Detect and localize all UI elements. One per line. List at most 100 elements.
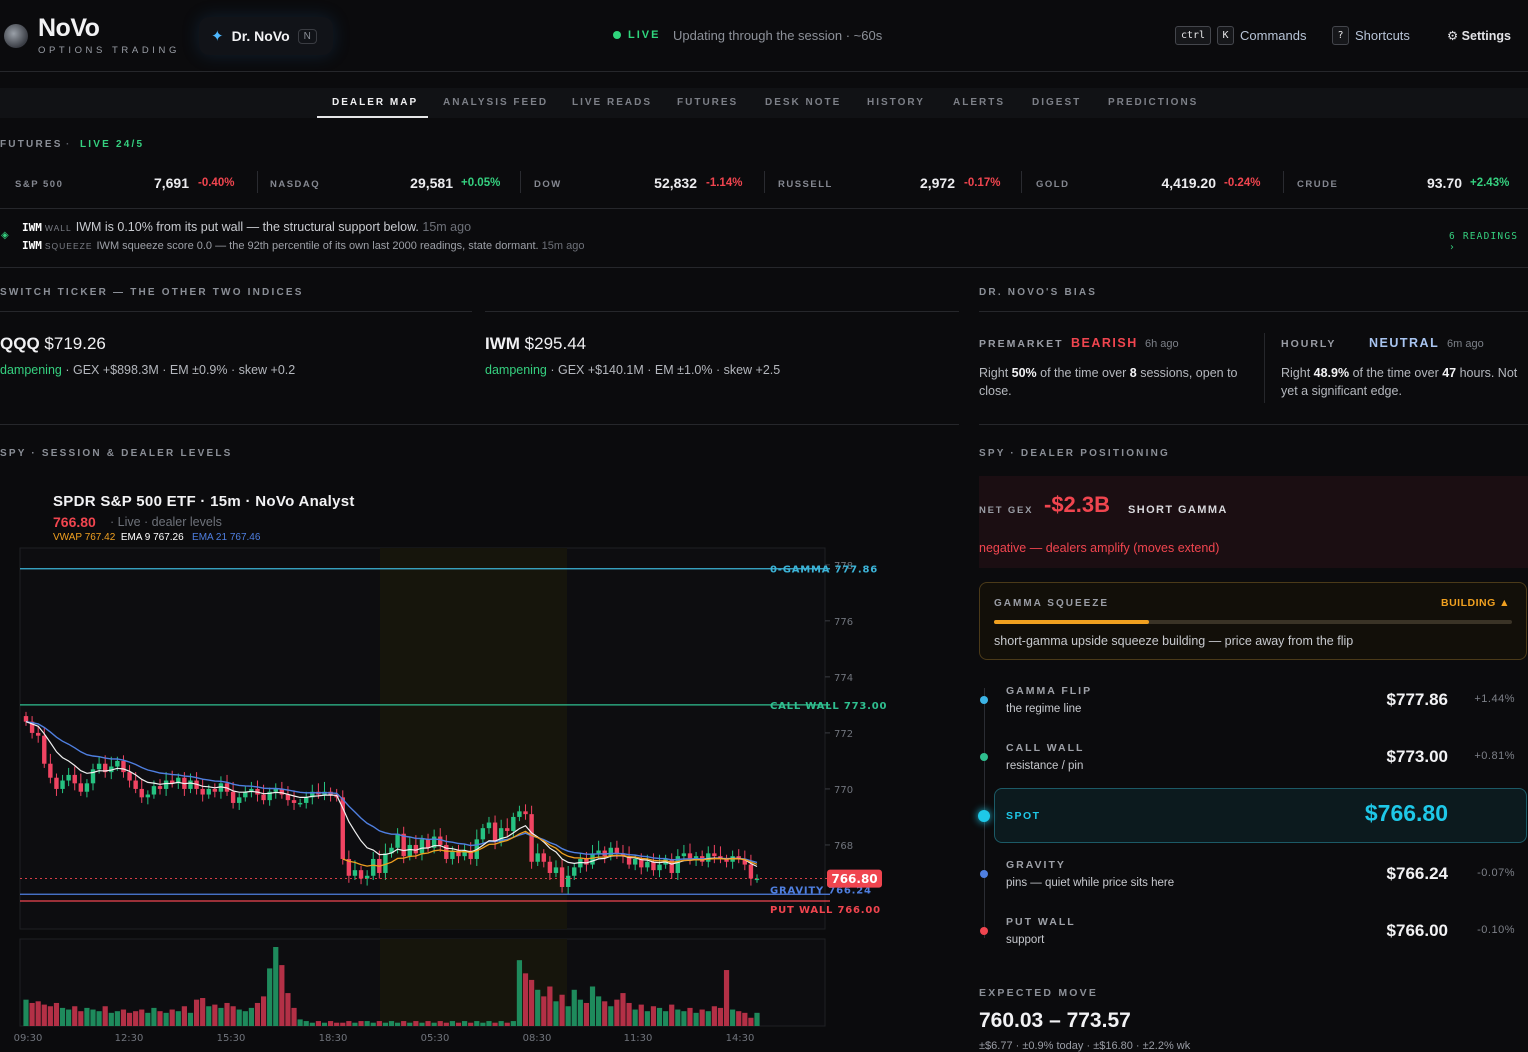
volume-bar [96,1011,102,1026]
candle-body [96,763,102,770]
gamma-flip-desc: the regime line [1006,703,1082,715]
gravity-label: GRAVITY [1006,859,1066,871]
alert-ticker: IWM [22,221,42,234]
candle-body [352,870,358,876]
volume-bar [547,986,553,1026]
price-chart[interactable]: 7787767747727707680-GAMMA 777.86CALL WAL… [0,545,900,1052]
put-wall-dot-icon [980,927,988,935]
premarket-state: BEARISH [1071,336,1138,350]
tab-desk-note[interactable]: DESK NOTE [765,97,841,108]
volume-bar [711,1006,717,1026]
premarket-text: Right 50% of the time over 8 sessions, o… [979,366,1238,398]
volume-bar [47,1006,53,1026]
chart-price-subtitle: · Live · dealer levels [110,515,222,529]
assistant-button[interactable]: ✦ Dr. NoVo N [199,17,333,55]
candle-body [657,864,662,871]
futures-status: LIVE 24/5 [80,139,145,150]
volume-bar [72,1006,78,1026]
call-wall-desc: resistance / pin [1006,760,1084,772]
volume-bar [504,1022,510,1026]
volume-bar [59,1007,66,1026]
tab-live-reads[interactable]: LIVE READS [572,97,652,108]
shortcuts-link[interactable]: Shortcuts [1355,28,1410,43]
volume-bar [571,989,577,1026]
x-tick-label: 11:30 [624,1033,653,1044]
ticker-state: dampening [485,363,547,377]
tab-digest[interactable]: DIGEST [1032,97,1081,108]
volume-bar [638,1004,644,1026]
ticker-card-qqq[interactable]: QQQ $719.26 [0,334,106,354]
candle-body [35,732,41,736]
candle-body [206,788,211,795]
volume-bar [352,1022,358,1026]
volume-bar [279,965,285,1026]
candle-body [535,853,540,862]
settings-button[interactable]: ⚙ Settings [1447,28,1511,43]
spot-dot-icon [978,810,990,822]
volume-bar [437,1021,443,1026]
futures-name: GOLD [1036,179,1070,190]
gravity-dot-icon [980,870,988,878]
candle-body [133,780,138,789]
net-gex-value: -$2.3B [1044,492,1111,517]
volume-bar [78,1011,84,1026]
readings-link[interactable]: 6 READINGS › [1449,231,1528,253]
ticker-card-iwm[interactable]: IWM $295.44 [485,334,586,354]
volume-bar [285,993,291,1026]
tab-dealer-map[interactable]: DEALER MAP [332,97,418,108]
candle-body [645,861,650,868]
live-indicator-icon [613,31,621,39]
candle-body [23,716,29,722]
tab-futures[interactable]: FUTURES [677,97,738,108]
candle-body [145,794,151,798]
volume-bar [334,1022,340,1026]
volume-bar [315,1021,321,1026]
active-tab-underline [317,116,428,118]
tab-alerts[interactable]: ALERTS [953,97,1005,108]
ticker-symbol: QQQ [0,334,40,353]
volume-bar [218,1007,224,1026]
candle-body [419,839,425,854]
x-tick-label: 14:30 [726,1033,755,1044]
x-tick-label: 09:30 [14,1033,43,1044]
volume-bar [510,1021,516,1026]
candle-body [139,788,144,798]
candle-body [54,777,59,789]
volume-bar [608,1006,614,1026]
ticker-state: dampening [0,363,62,377]
volume-bar [175,1011,181,1026]
spot-price: $766.80 [1364,800,1448,826]
futures-separator [257,171,258,193]
volume-bar [321,1022,328,1026]
volume-bar [736,1011,742,1026]
volume-bar [577,999,583,1026]
gravity-pct: -0.07% [1477,867,1515,879]
futures-value: 52,832 [654,175,697,191]
volume-bar [401,1021,407,1026]
candle-body [486,822,492,829]
net-gex-description: negative — dealers amplify (moves extend… [979,541,1220,555]
candle-body [651,861,656,871]
futures-name: NASDAQ [270,179,321,190]
tab-analysis-feed[interactable]: ANALYSIS FEED [443,97,548,108]
squeeze-progress-fill [994,620,1150,624]
gamma-flip-dot-icon [980,696,988,704]
volume-bar [748,1017,754,1026]
commands-link[interactable]: Commands [1240,28,1306,43]
candle-body [127,772,132,781]
futures-change: -0.24% [1224,177,1261,189]
volume-bar [602,1001,608,1026]
volume-bar [407,1022,413,1026]
volume-bar [157,1011,163,1026]
alert-item-squeeze[interactable]: IWM SQUEEZE IWM squeeze score 0.0 — the 92… [22,239,584,252]
ticker-price: $295.44 [524,334,587,353]
candle-body [261,794,266,801]
alert-item-wall[interactable]: IWM WALL IWM is 0.10% from its put wall — … [22,220,471,234]
volume-bar [230,1006,236,1026]
tab-history[interactable]: HISTORY [867,97,925,108]
call-wall-price: $773.00 [1386,747,1448,766]
live-status: Updating through the session · ~60s [673,28,883,43]
tab-predictions[interactable]: PREDICTIONS [1108,97,1198,108]
expected-move-label: EXPECTED MOVE [979,987,1099,999]
volume-bar [242,1011,248,1026]
